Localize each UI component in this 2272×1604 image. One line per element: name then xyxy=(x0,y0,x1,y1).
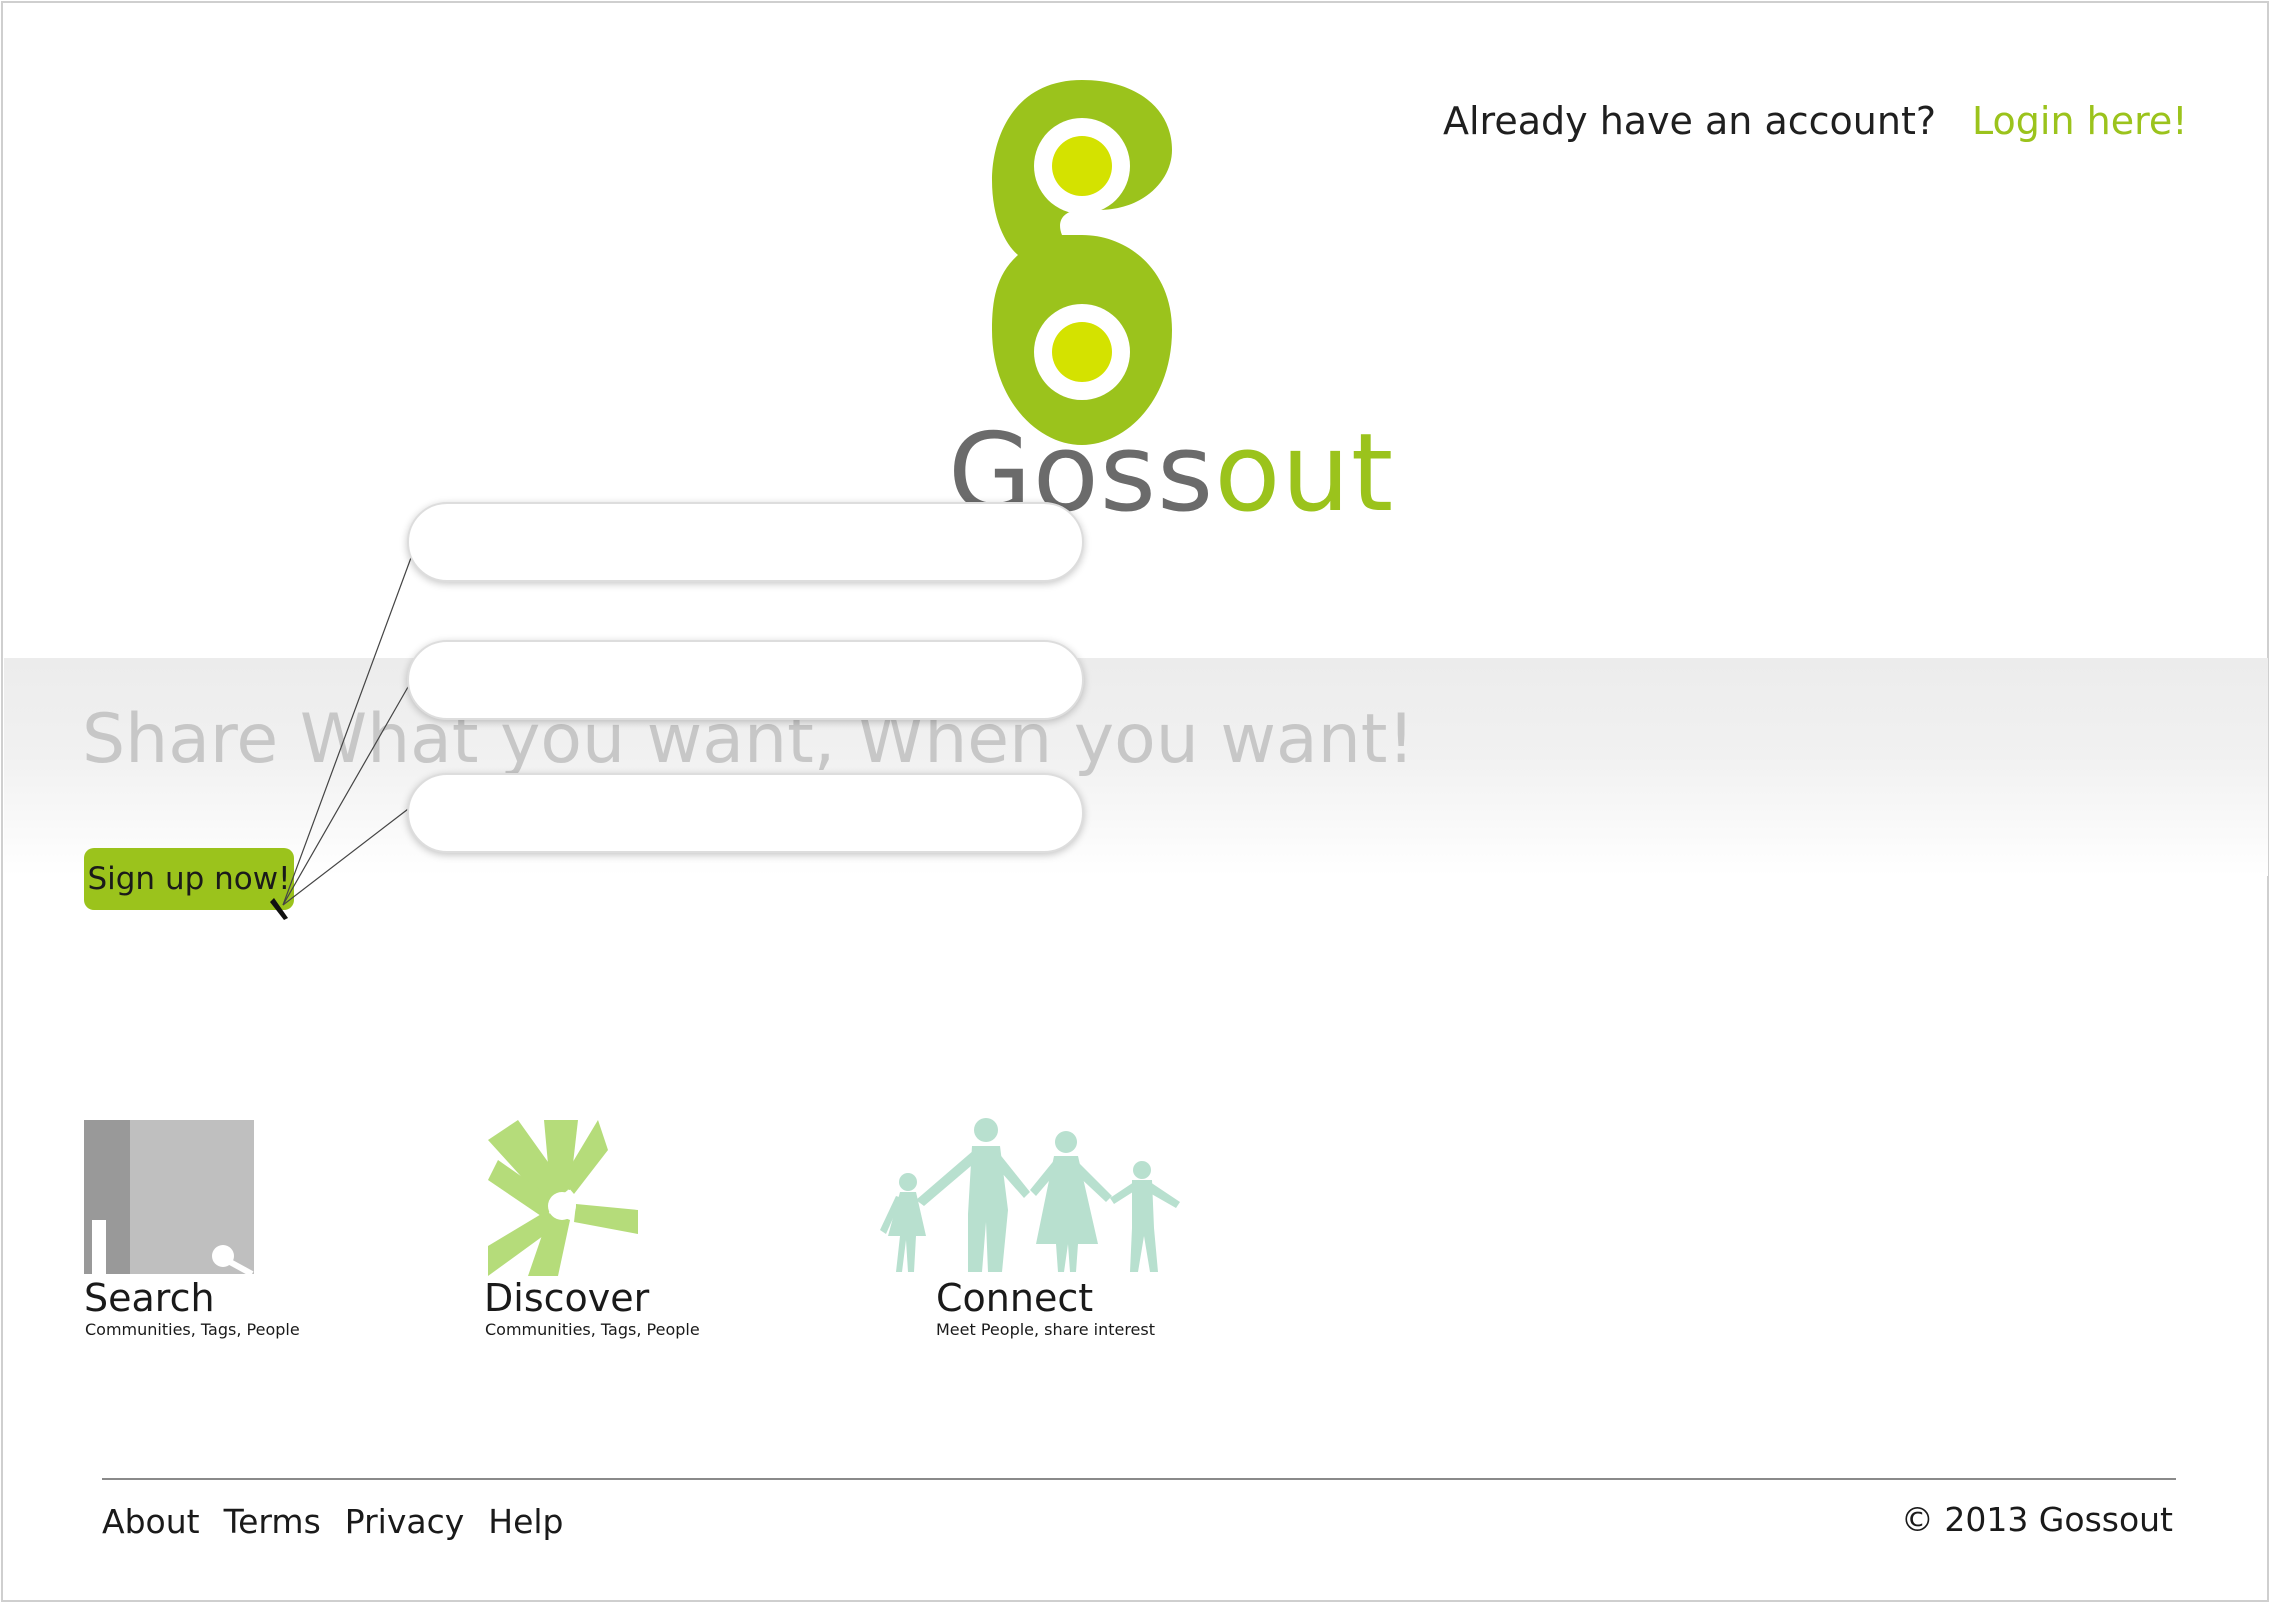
feature-title: Discover xyxy=(484,1276,650,1320)
footer-nav: About Terms Privacy Help xyxy=(102,1502,563,1541)
feature-subtitle: Communities, Tags, People xyxy=(485,1320,700,1339)
family-icon xyxy=(880,1118,1180,1272)
login-link[interactable]: Login here! xyxy=(1972,99,2187,143)
feature-title: Connect xyxy=(936,1276,1094,1320)
footer-link-help[interactable]: Help xyxy=(488,1502,563,1541)
login-prompt: Already have an account? xyxy=(1443,99,1937,143)
signup-field-3[interactable] xyxy=(407,773,1084,853)
feature-subtitle: Meet People, share interest xyxy=(936,1320,1155,1339)
brand-name-part2: out xyxy=(1214,411,1395,536)
footer-link-privacy[interactable]: Privacy xyxy=(345,1502,464,1541)
footer-divider xyxy=(102,1478,2176,1480)
login-area: Already have an account? Login here! xyxy=(1443,93,2188,149)
feature-subtitle: Communities, Tags, People xyxy=(85,1320,300,1339)
search-icon xyxy=(84,1120,254,1274)
feature-title: Search xyxy=(84,1276,215,1320)
signup-button[interactable]: Sign up now! xyxy=(84,848,294,910)
signup-field-1[interactable] xyxy=(407,502,1084,582)
copyright-text: © 2013 Gossout xyxy=(1900,1500,2173,1539)
signup-field-2[interactable] xyxy=(407,640,1084,720)
footer-link-about[interactable]: About xyxy=(102,1502,200,1541)
hands-icon xyxy=(488,1120,638,1276)
footer-link-terms[interactable]: Terms xyxy=(224,1502,321,1541)
